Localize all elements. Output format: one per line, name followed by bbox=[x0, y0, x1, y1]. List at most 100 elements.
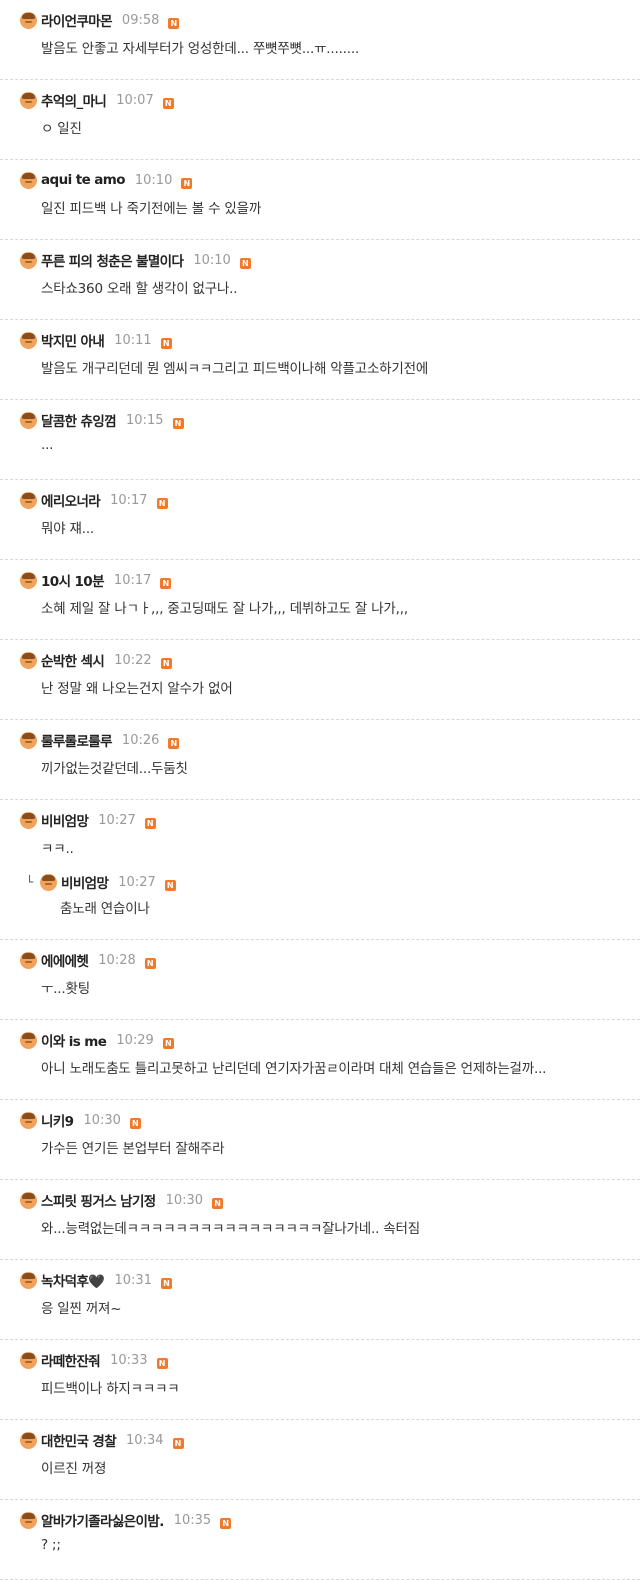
comment-time: 09:58 bbox=[121, 12, 160, 28]
comment-author[interactable]: 비비엄망 bbox=[41, 810, 89, 830]
reply-author[interactable]: 비비엄망 bbox=[61, 872, 109, 892]
comment-header: 녹차덕후🖤 10:31 N bbox=[20, 1270, 172, 1290]
comment-author[interactable]: 대한민국 경찰 bbox=[41, 1430, 117, 1450]
comment-author[interactable]: 에리오너라 bbox=[41, 490, 101, 510]
comment-time: 10:07 bbox=[116, 92, 154, 108]
comment-author[interactable]: 푸른 피의 청춘은 불멸이다 bbox=[41, 250, 184, 270]
comment-text: 뭐야 쟤... bbox=[41, 521, 95, 537]
avatar-icon[interactable] bbox=[20, 951, 37, 969]
new-badge-icon: N bbox=[168, 17, 180, 29]
avatar-icon[interactable] bbox=[20, 11, 37, 29]
comment-time: 10:26 bbox=[121, 732, 160, 748]
avatar-icon[interactable] bbox=[20, 571, 37, 589]
comment-header: 추억의_마니 10:07 N bbox=[20, 90, 174, 110]
comment-author[interactable]: 에에에헷 bbox=[41, 950, 89, 970]
comment-author[interactable]: 달콤한 츄잉껌 bbox=[41, 410, 117, 430]
comment-time: 10:10 bbox=[134, 172, 173, 188]
comment-item: 라떼한잔줘 10:33 N 피드백이나 하지ㅋㅋㅋㅋ bbox=[0, 1340, 640, 1420]
comment-time: 10:15 bbox=[126, 412, 164, 428]
comment-header: 순박한 섹시 10:22 N bbox=[20, 650, 172, 670]
avatar-icon[interactable] bbox=[20, 411, 37, 429]
comment-author[interactable]: 추억의_마니 bbox=[41, 90, 107, 110]
avatar-icon[interactable] bbox=[20, 91, 37, 109]
comment-text: 소혜 제일 잘 나ㄱㅏ,,, 중고딩때도 잘 나가,,, 데뷔하고도 잘 나가,… bbox=[41, 601, 408, 617]
new-badge-icon: N bbox=[164, 879, 176, 891]
comment-time: 10:29 bbox=[116, 1032, 154, 1048]
avatar-icon[interactable] bbox=[20, 251, 37, 269]
comment-text: 일진 피드백 나 죽기전에는 볼 수 있을까 bbox=[41, 201, 262, 217]
comment-text: 와...능력없는데ㅋㅋㅋㅋㅋㅋㅋㅋㅋㅋㅋㅋㅋㅋㅋㅋ잘나가네.. 속터짐 bbox=[41, 1221, 420, 1237]
avatar-icon[interactable] bbox=[20, 1031, 37, 1049]
new-badge-icon: N bbox=[172, 417, 184, 429]
comment-time: 10:11 bbox=[114, 332, 152, 348]
avatar-icon[interactable] bbox=[20, 491, 37, 509]
comment-author[interactable]: 박지민 아내 bbox=[41, 330, 105, 350]
comment-header: aqui te amo 10:10 N bbox=[20, 170, 193, 190]
comment-header: 이와 is me 10:29 N bbox=[20, 1030, 174, 1050]
comment-header: 10시 10분 10:17 N bbox=[20, 570, 172, 590]
comment-item: 대한민국 경찰 10:34 N 이르진 꺼졍 bbox=[0, 1420, 640, 1500]
comment-header: 룰루롤로룰루 10:26 N bbox=[20, 730, 180, 750]
comment-item: 비비엄망 10:27 N ㅋㅋ.. └ 비비엄망 10:27 N 춤노래 연습이나 bbox=[0, 800, 640, 940]
comment-text: ㅋㅋ.. bbox=[41, 841, 74, 857]
comment-text: 스타쇼360 오래 할 생각이 없구나.. bbox=[41, 281, 238, 297]
comment-text: 응 일찐 꺼져~ bbox=[41, 1301, 122, 1317]
new-badge-icon: N bbox=[144, 817, 156, 829]
avatar-icon[interactable] bbox=[20, 171, 37, 189]
new-badge-icon: N bbox=[172, 1437, 184, 1449]
avatar-icon[interactable] bbox=[20, 1191, 37, 1209]
new-badge-icon: N bbox=[156, 1357, 168, 1369]
new-badge-icon: N bbox=[162, 97, 174, 109]
avatar-icon[interactable] bbox=[20, 731, 37, 749]
comment-item: 푸른 피의 청춘은 불멸이다 10:10 N 스타쇼360 오래 할 생각이 없구나.… bbox=[0, 240, 640, 320]
comment-author[interactable]: aqui te amo bbox=[41, 172, 125, 188]
comment-item: aqui te amo 10:10 N 일진 피드백 나 죽기전에는 볼 수 있을까 bbox=[0, 160, 640, 240]
comment-item: 10시 10분 10:17 N 소혜 제일 잘 나ㄱㅏ,,, 중고딩때도 잘 나가,,… bbox=[0, 560, 640, 640]
comment-header: 에리오너라 10:17 N bbox=[20, 490, 168, 510]
comment-time: 10:33 bbox=[110, 1352, 148, 1368]
comment-item: 이와 is me 10:29 N 아니 노래도춤도 틀리고못하고 난리던데 연기자가꿈… bbox=[0, 1020, 640, 1100]
comment-text: ㅇ 일진 bbox=[41, 121, 82, 137]
comment-text: 아니 노래도춤도 틀리고못하고 난리던데 연기자가꿈ㄹ이라며 대체 연습들은 언… bbox=[41, 1061, 547, 1077]
reply-time: 10:27 bbox=[118, 874, 156, 890]
comment-time: 10:34 bbox=[126, 1432, 164, 1448]
new-badge-icon: N bbox=[168, 737, 180, 749]
comment-item: 추억의_마니 10:07 N ㅇ 일진 bbox=[0, 80, 640, 160]
comment-item: 에리오너라 10:17 N 뭐야 쟤... bbox=[0, 480, 640, 560]
new-badge-icon: N bbox=[160, 1277, 172, 1289]
comment-time: 10:10 bbox=[193, 252, 231, 268]
comment-header: 대한민국 경찰 10:34 N bbox=[20, 1430, 184, 1450]
comment-author[interactable]: 라떼한잔줘 bbox=[41, 1350, 101, 1370]
comment-header: 알바가기졸라싫은이밤. 10:35 N bbox=[20, 1510, 232, 1530]
new-badge-icon: N bbox=[162, 1037, 174, 1049]
avatar-icon[interactable] bbox=[20, 811, 37, 829]
comment-author[interactable]: 룰루롤로룰루 bbox=[41, 730, 113, 750]
avatar-icon[interactable] bbox=[20, 1271, 37, 1289]
comment-header: 달콤한 츄잉껌 10:15 N bbox=[20, 410, 184, 430]
comment-header: 에에에헷 10:28 N bbox=[20, 950, 156, 970]
avatar-icon[interactable] bbox=[20, 1431, 37, 1449]
comment-author[interactable]: 라이언쿠마몬 bbox=[41, 10, 113, 30]
comment-author[interactable]: 녹차덕후🖤 bbox=[41, 1270, 105, 1290]
comment-author[interactable]: 스피릿 핑거스 남기정 bbox=[41, 1190, 156, 1210]
new-badge-icon: N bbox=[144, 957, 156, 969]
new-badge-icon: N bbox=[160, 657, 172, 669]
comment-time: 10:28 bbox=[98, 952, 136, 968]
comment-author[interactable]: 이와 is me bbox=[41, 1030, 107, 1050]
avatar-icon[interactable] bbox=[20, 1511, 37, 1529]
comment-text: 끼가없는것같던데...두둠칫 bbox=[41, 761, 188, 777]
comment-text: ㅜ...홧팅 bbox=[41, 981, 90, 997]
avatar-icon[interactable] bbox=[20, 331, 37, 349]
reply-arrow-icon: └ bbox=[26, 875, 34, 889]
comment-author[interactable]: 10시 10분 bbox=[41, 570, 105, 590]
avatar-icon[interactable] bbox=[40, 873, 57, 891]
comment-author[interactable]: 니키9 bbox=[41, 1110, 74, 1130]
comment-text: 발음도 안좋고 자세부터가 엉성한데... 쭈뼛쭈뼛...ㅠ........ bbox=[41, 41, 360, 57]
comment-author[interactable]: 알바가기졸라싫은이밤. bbox=[41, 1510, 164, 1530]
avatar-icon[interactable] bbox=[20, 651, 37, 669]
comment-item: 박지민 아내 10:11 N 발음도 개구리던데 뭔 엠씨ㅋㅋ그리고 피드백이나해 악… bbox=[0, 320, 640, 400]
avatar-icon[interactable] bbox=[20, 1111, 37, 1129]
comment-author[interactable]: 순박한 섹시 bbox=[41, 650, 105, 670]
comment-time: 10:35 bbox=[173, 1512, 212, 1528]
avatar-icon[interactable] bbox=[20, 1351, 37, 1369]
